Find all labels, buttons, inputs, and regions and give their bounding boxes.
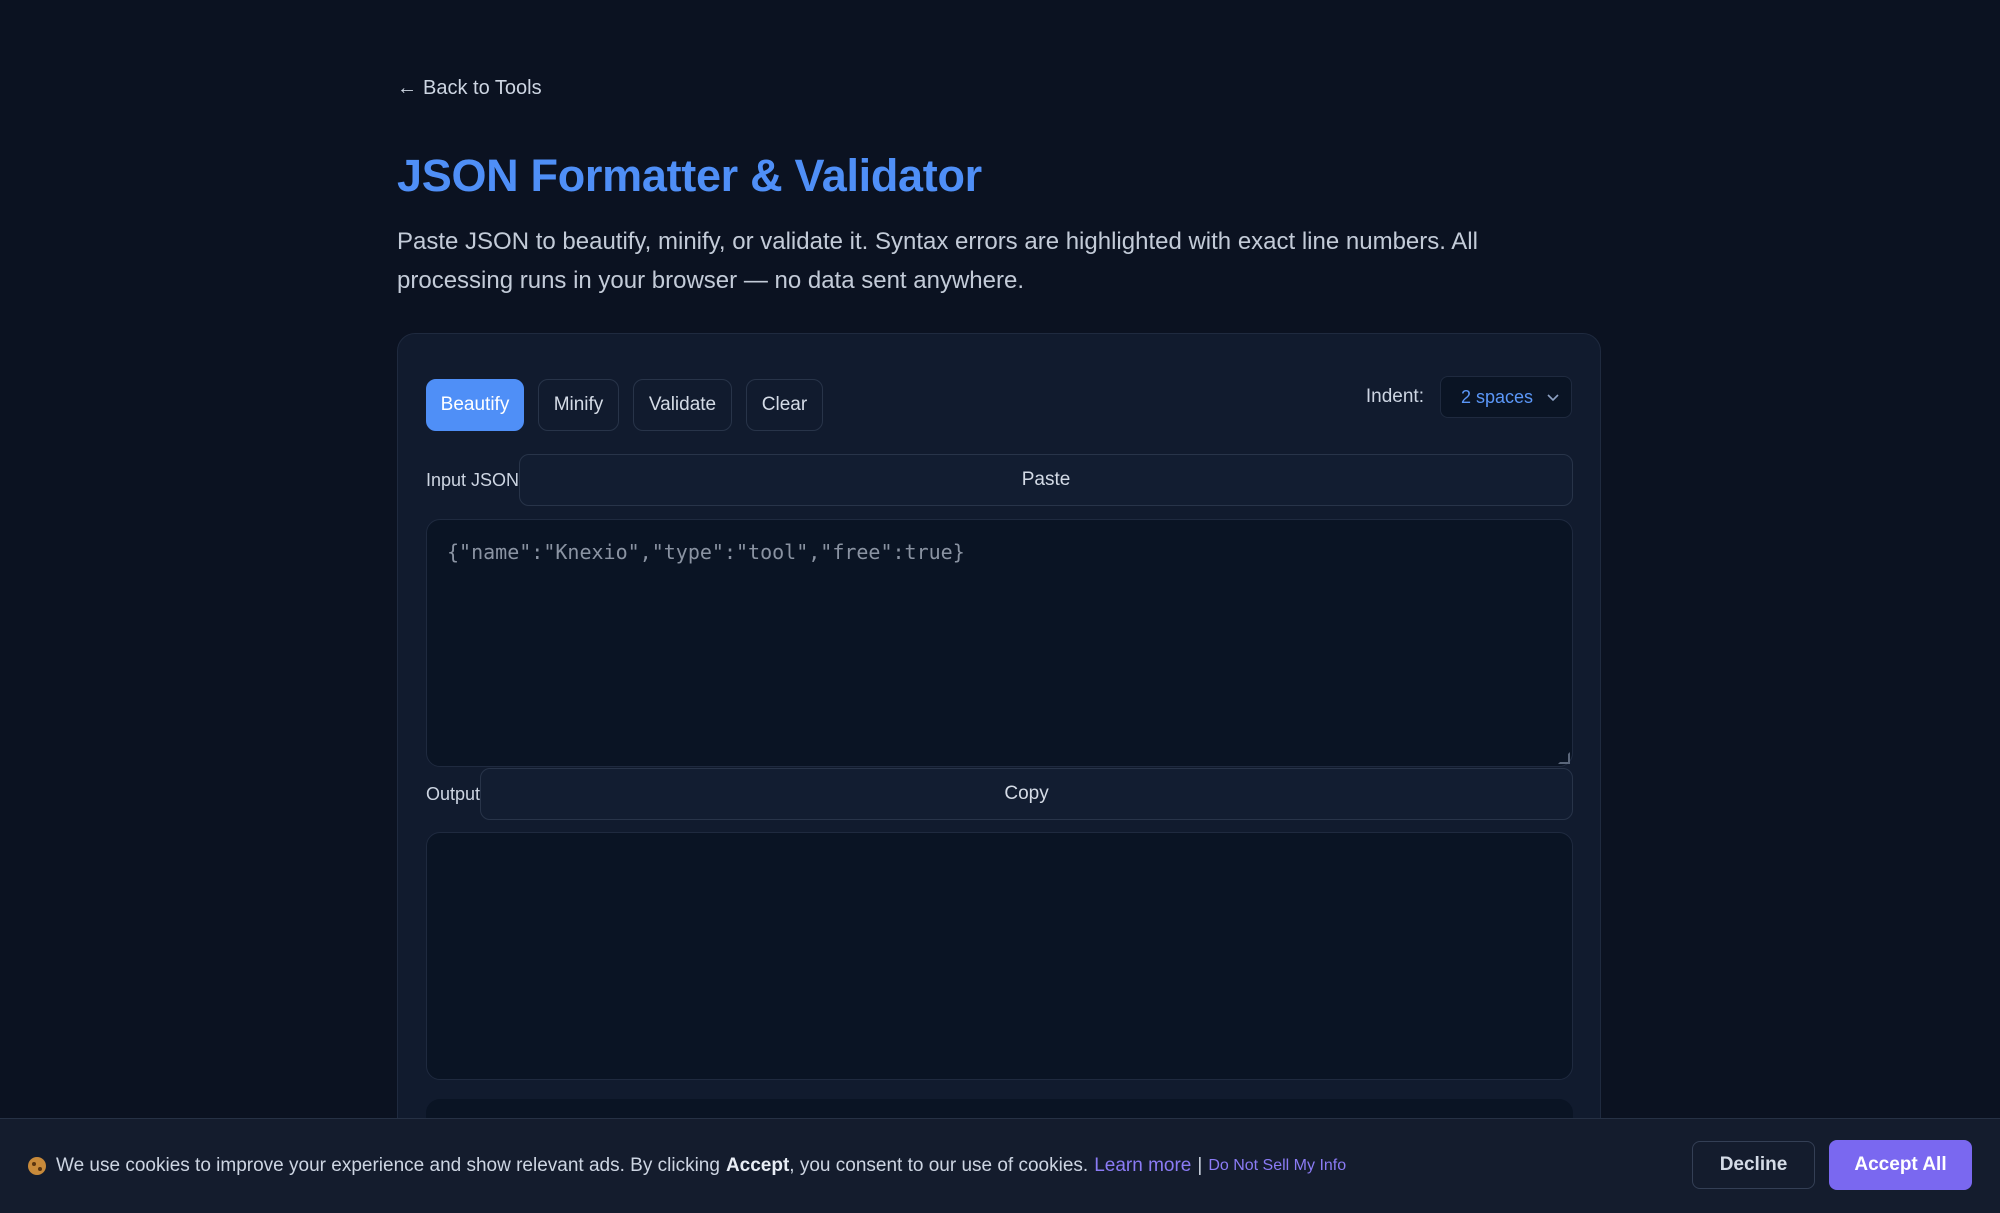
clear-button[interactable]: Clear <box>746 379 823 431</box>
indent-select-value: 2 spaces <box>1461 386 1534 407</box>
input-json-label: Input JSON <box>426 469 520 490</box>
cookie-accent-word: Accept <box>725 1155 790 1176</box>
chevron-down-icon <box>1547 389 1559 405</box>
indent-select[interactable]: 2 spaces <box>1440 376 1572 418</box>
page-title: JSON Formatter & Validator <box>397 150 982 201</box>
link-separator: | <box>1197 1155 1203 1176</box>
arrow-left-icon: ← <box>397 77 417 99</box>
resize-handle-icon[interactable] <box>1558 752 1570 764</box>
learn-more-link[interactable]: Learn more <box>1094 1155 1191 1177</box>
indent-control: Indent: 2 spaces <box>1366 376 1572 418</box>
cookie-text-after: , you consent to our use of cookies. <box>789 1155 1089 1176</box>
minify-button[interactable]: Minify <box>538 379 619 431</box>
output-textarea[interactable] <box>426 832 1573 1080</box>
cookie-text-before: We use cookies to improve your experienc… <box>56 1155 720 1176</box>
indent-label: Indent: <box>1365 386 1424 407</box>
copy-button[interactable]: Copy <box>480 768 1573 820</box>
paste-button[interactable]: Paste <box>519 454 1573 506</box>
page-description: Paste JSON to beautify, minify, or valid… <box>397 228 1478 294</box>
output-header-row: Output Copy <box>426 768 1573 820</box>
accept-all-button[interactable]: Accept All <box>1829 1140 1972 1190</box>
cookie-icon <box>28 1157 46 1175</box>
beautify-button[interactable]: Beautify <box>426 379 524 431</box>
back-to-tools-link[interactable]: ← Back to Tools <box>397 77 542 100</box>
output-label: Output <box>426 783 481 804</box>
input-header-row: Input JSON Paste <box>426 454 1573 506</box>
cookie-consent-bar: We use cookies to improve your experienc… <box>0 1118 2000 1213</box>
formatter-card: Beautify Minify Validate Clear Indent: 2… <box>397 333 1601 1213</box>
input-placeholder: {"name":"Knexio","type":"tool","free":tr… <box>447 540 965 564</box>
action-toolbar: Beautify Minify Validate Clear <box>426 379 823 431</box>
validate-button[interactable]: Validate <box>633 379 732 431</box>
decline-button[interactable]: Decline <box>1692 1141 1815 1189</box>
back-link-label: Back to Tools <box>423 77 542 99</box>
do-not-sell-link[interactable]: Do Not Sell My Info <box>1208 1157 1346 1175</box>
cookie-message: We use cookies to improve your experienc… <box>28 1155 1346 1177</box>
input-json-textarea[interactable]: {"name":"Knexio","type":"tool","free":tr… <box>426 519 1573 767</box>
